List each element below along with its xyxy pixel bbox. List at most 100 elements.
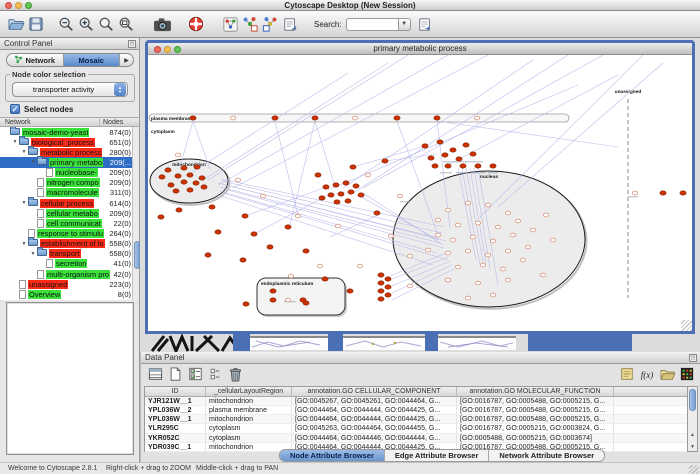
node-unselected[interactable]: [435, 233, 440, 237]
tab-mosaic[interactable]: Mosaic: [64, 54, 121, 66]
tree-row-primary-metabo[interactable]: ▼primary metabo209(...: [0, 157, 132, 167]
tree-row-nitrogen-compo[interactable]: nitrogen compo209(0): [0, 178, 132, 188]
node-selected[interactable]: [322, 277, 328, 281]
expand-toggle-icon[interactable]: ▼: [29, 159, 37, 165]
node-unselected[interactable]: [515, 219, 520, 223]
node-selected[interactable]: [270, 289, 276, 293]
network-overview-button[interactable]: [220, 14, 240, 34]
node-unselected[interactable]: [357, 264, 362, 268]
node-selected[interactable]: [328, 193, 334, 197]
node-selected[interactable]: [358, 193, 364, 197]
node-selected[interactable]: [428, 156, 434, 160]
node-unselected[interactable]: [397, 194, 402, 198]
delete-attribute-button[interactable]: [225, 366, 245, 384]
node-unselected[interactable]: [474, 116, 479, 120]
node-unselected[interactable]: [530, 228, 535, 232]
node-selected[interactable]: [168, 183, 174, 187]
node-selected[interactable]: [385, 285, 391, 289]
node-selected[interactable]: [394, 116, 400, 120]
node-unselected[interactable]: [495, 225, 500, 229]
expand-toggle-icon[interactable]: ▼: [20, 241, 28, 247]
node-selected[interactable]: [378, 273, 384, 277]
node-selected[interactable]: [348, 190, 354, 194]
zoom-selected-button[interactable]: [96, 14, 116, 34]
node-selected[interactable]: [460, 164, 466, 168]
compartment-nucleus[interactable]: [393, 171, 585, 307]
node-selected[interactable]: [434, 116, 440, 120]
col-cellular-component[interactable]: annotation.GO CELLULAR_COMPONENT: [292, 387, 457, 396]
network-window-titlebar[interactable]: primary metabolic process: [148, 43, 692, 55]
attribute-matrix-button[interactable]: [677, 366, 697, 384]
node-selected[interactable]: [347, 289, 353, 293]
node-unselected[interactable]: [485, 253, 490, 257]
tree-scrollbar-thumb[interactable]: [134, 241, 140, 269]
node-selected[interactable]: [442, 153, 448, 157]
node-selected[interactable]: [490, 164, 496, 168]
tab-network[interactable]: Network: [7, 54, 64, 66]
node-selected[interactable]: [285, 225, 291, 229]
node-unselected[interactable]: [455, 223, 460, 227]
tab-edge-attribute-browser[interactable]: Edge Attribute Browser: [385, 450, 489, 461]
edge[interactable]: [290, 121, 315, 225]
import-attributes-button[interactable]: [657, 366, 677, 384]
node-selected[interactable]: [385, 293, 391, 297]
node-unselected[interactable]: [525, 245, 530, 249]
select-nodes-checkbox[interactable]: ✓: [10, 104, 20, 114]
tree-row-metabolic-process[interactable]: ▼metabolic process280(0): [0, 147, 132, 157]
unselect-all-attributes-button[interactable]: [205, 366, 225, 384]
node-selected[interactable]: [205, 253, 211, 257]
network-canvas[interactable]: plasma membranecytoplasmmitochondrionnuc…: [148, 55, 692, 331]
snapshot-button[interactable]: [152, 14, 172, 34]
help-button[interactable]: [186, 14, 206, 34]
node-selected[interactable]: [345, 199, 351, 203]
table-row[interactable]: YKR052Ccytoplasm[GO:0044464, GO:0044446,…: [145, 434, 688, 443]
edge[interactable]: [343, 60, 533, 188]
node-selected[interactable]: [312, 116, 318, 120]
node-selected[interactable]: [437, 140, 443, 144]
node-selected[interactable]: [450, 148, 456, 152]
node-selected[interactable]: [209, 205, 215, 209]
tree-scrollbar[interactable]: [132, 127, 139, 300]
node-unselected[interactable]: [285, 298, 290, 302]
node-unselected[interactable]: [465, 249, 470, 253]
formula-builder-button[interactable]: f(x): [637, 366, 657, 384]
node-unselected[interactable]: [540, 273, 545, 277]
edge[interactable]: [275, 121, 298, 215]
node-selected[interactable]: [272, 116, 278, 120]
node-selected[interactable]: [190, 116, 196, 120]
node-unselected[interactable]: [407, 284, 412, 288]
node-selected[interactable]: [456, 157, 462, 161]
node-selected[interactable]: [201, 185, 207, 189]
node-unselected[interactable]: [407, 254, 412, 258]
node-selected[interactable]: [374, 211, 380, 215]
node-unselected[interactable]: [505, 249, 510, 253]
node-unselected[interactable]: [455, 265, 460, 269]
select-nodes-row[interactable]: ✓ Select nodes: [10, 104, 73, 114]
tree-row-nucleobase-[interactable]: nucleobase-209(0): [0, 168, 132, 178]
node-selected[interactable]: [243, 302, 249, 306]
node-selected[interactable]: [251, 232, 257, 236]
node-selected[interactable]: [176, 208, 182, 212]
edge[interactable]: [498, 63, 663, 207]
node-selected[interactable]: [175, 174, 181, 178]
node-selected[interactable]: [382, 159, 388, 163]
node-unselected[interactable]: [470, 235, 475, 239]
layout-spring-button[interactable]: [240, 14, 260, 34]
select-all-attributes-button[interactable]: [185, 366, 205, 384]
node-selected[interactable]: [660, 191, 666, 195]
node-selected[interactable]: [194, 165, 200, 169]
open-file-button[interactable]: [6, 14, 26, 34]
node-unselected[interactable]: [260, 194, 265, 198]
node-selected[interactable]: [378, 289, 384, 293]
tree-row-cell-communicat[interactable]: cell communicat22(0): [0, 218, 132, 228]
tree-row-overview[interactable]: Overview8(0): [0, 289, 132, 299]
select-attributes-button[interactable]: [145, 366, 165, 384]
window-resize-grip[interactable]: [681, 320, 692, 331]
node-unselected[interactable]: [352, 116, 357, 120]
search-input[interactable]: [346, 18, 398, 31]
node-selected[interactable]: [240, 258, 246, 262]
tab-network-attribute-browser[interactable]: Network Attribute Browser: [489, 450, 604, 461]
save-session-button[interactable]: [26, 14, 46, 34]
node-selected[interactable]: [680, 191, 686, 195]
node-selected[interactable]: [193, 181, 199, 185]
